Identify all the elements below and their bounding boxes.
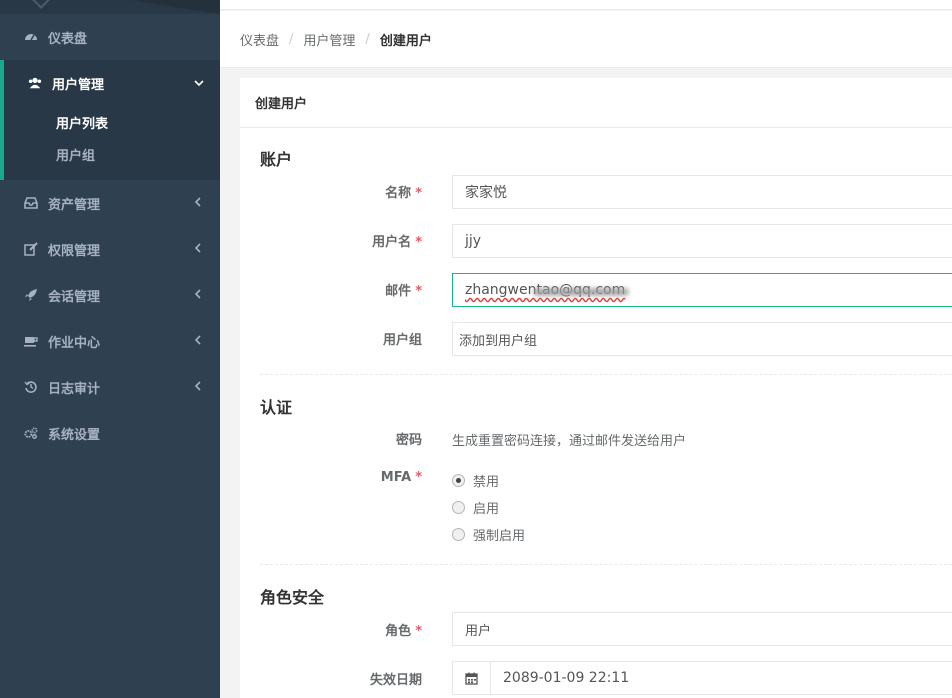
sidebar-item-settings[interactable]: 系统设置 <box>0 410 220 456</box>
mfa-option-disabled[interactable]: 禁用 <box>452 471 499 490</box>
breadcrumb-users[interactable]: 用户管理 <box>303 30 355 49</box>
sidebar-item-users[interactable]: 用户管理 <box>4 60 220 106</box>
sidebar-item-label: 用户管理 <box>52 77 105 93</box>
section-title-account: 账户 <box>260 150 293 169</box>
expire-date-label: 失效日期 <box>369 673 422 688</box>
redaction-blur <box>533 288 629 296</box>
username-input[interactable]: jjy <box>452 224 952 258</box>
panel-title: 创建用户 <box>240 78 952 128</box>
name-label: 名称 * <box>385 186 422 201</box>
history-icon <box>24 380 38 394</box>
inbox-icon <box>24 196 38 210</box>
chevron-left-icon <box>194 334 202 348</box>
group-select[interactable]: 添加到用户组 <box>452 322 952 356</box>
username-label: 用户名 * <box>372 235 422 250</box>
edit-icon <box>24 242 38 256</box>
create-user-panel: 创建用户 账户 名称* 家家悦 用户名* jjy 邮件* zhangwentao… <box>240 78 952 698</box>
password-label: 密码 <box>395 433 422 448</box>
password-hint: 生成重置密码连接，通过邮件发送给用户 <box>452 434 687 449</box>
chevron-left-icon <box>194 288 202 302</box>
sidebar-item-label: 仪表盘 <box>48 31 88 47</box>
sidebar-item-label: 系统设置 <box>48 427 101 443</box>
sidebar-item-label: 日志审计 <box>48 381 101 397</box>
mfa-label: MFA * <box>380 470 422 485</box>
calendar-icon[interactable] <box>453 662 491 694</box>
sidebar-group-users: 用户管理 用户列表 用户组 <box>0 60 220 180</box>
sidebar-subitem-user-list[interactable]: 用户列表 <box>4 106 220 138</box>
name-input[interactable]: 家家悦 <box>452 175 952 209</box>
section-title-auth: 认证 <box>260 398 293 417</box>
chevron-down-icon <box>194 76 204 90</box>
logo-icon <box>31 0 51 9</box>
section-divider <box>260 374 952 375</box>
section-divider <box>260 564 952 565</box>
chevron-left-icon <box>194 242 202 256</box>
top-navbar <box>220 0 952 10</box>
radio-checked-icon[interactable] <box>452 474 465 487</box>
email-label: 邮件 * <box>385 284 422 299</box>
chevron-left-icon <box>194 196 202 210</box>
sidebar-header <box>0 0 220 14</box>
expire-date-input[interactable]: 2089-01-09 22:11 <box>452 661 952 695</box>
email-input[interactable]: zhangwentao@qq.com <box>452 273 952 307</box>
breadcrumb-separator: / <box>365 31 370 47</box>
sidebar-subitem-user-group[interactable]: 用户组 <box>4 138 220 170</box>
group-label: 用户组 <box>382 333 422 348</box>
gears-icon <box>24 426 38 440</box>
role-select[interactable]: 用户 <box>452 612 952 646</box>
sidebar-item-audit[interactable]: 日志审计 <box>0 364 220 410</box>
dashboard-icon <box>24 30 38 44</box>
coffee-icon <box>24 334 38 348</box>
mfa-option-forced[interactable]: 强制启用 <box>452 525 525 544</box>
radio-icon[interactable] <box>452 528 465 541</box>
sidebar-item-jobs[interactable]: 作业中心 <box>0 318 220 364</box>
breadcrumb: 仪表盘 / 用户管理 / 创建用户 <box>220 11 952 68</box>
breadcrumb-create-user: 创建用户 <box>379 33 432 49</box>
breadcrumb-dashboard[interactable]: 仪表盘 <box>240 30 279 49</box>
sidebar-item-assets[interactable]: 资产管理 <box>0 180 220 226</box>
mfa-option-enabled[interactable]: 启用 <box>452 498 499 517</box>
radio-icon[interactable] <box>452 501 465 514</box>
sidebar-item-dashboard[interactable]: 仪表盘 <box>0 14 220 60</box>
section-title-role-security: 角色安全 <box>260 588 325 607</box>
breadcrumb-separator: / <box>289 31 294 47</box>
role-label: 角色 * <box>385 624 422 639</box>
sidebar-item-label: 资产管理 <box>48 197 101 213</box>
sidebar-item-label: 会话管理 <box>48 289 101 305</box>
sidebar-item-sessions[interactable]: 会话管理 <box>0 272 220 318</box>
chevron-left-icon <box>194 380 202 394</box>
sidebar-item-permissions[interactable]: 权限管理 <box>0 226 220 272</box>
rocket-icon <box>24 288 38 302</box>
sidebar: 仪表盘 用户管理 用户列表 用户组 资产管理 权限管理 会话管理 作业中心 日志… <box>0 0 220 698</box>
users-icon <box>28 76 42 90</box>
sidebar-item-label: 权限管理 <box>48 243 101 259</box>
sidebar-item-label: 作业中心 <box>48 335 101 351</box>
